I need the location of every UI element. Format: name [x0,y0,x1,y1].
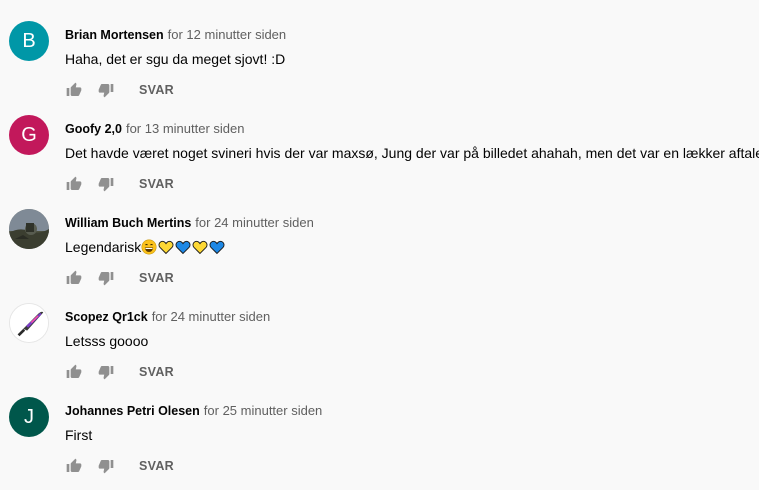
thumbs-down-icon[interactable] [98,458,114,474]
avatar[interactable] [9,209,49,249]
blue-heart-emoji [175,239,191,259]
comment: B Brian Mortensen for 12 minutter siden H… [0,0,759,98]
avatar-photo-landscape [9,209,49,249]
comment: G Goofy 2,0 for 13 minutter siden Det hav… [0,94,759,192]
comment-text: Haha, det er sgu da meget sjovt! :D [65,50,285,68]
timestamp[interactable]: for 24 minutter siden [195,215,314,230]
knife-icon [10,304,48,342]
author-name[interactable]: Scopez Qr1ck [65,310,148,324]
blue-heart-emoji [209,239,225,259]
grinning-face-emoji [141,239,157,259]
avatar[interactable]: G [9,115,49,155]
comment-header: Brian Mortensen for 12 minutter siden [65,27,286,43]
comment-header: William Buch Mertins for 24 minutter side… [65,215,314,231]
comments-section: B Brian Mortensen for 12 minutter siden H… [0,0,759,490]
author-name[interactable]: Johannes Petri Olesen [65,404,200,418]
author-name[interactable]: William Buch Mertins [65,216,191,230]
timestamp[interactable]: for 12 minutter siden [168,27,287,42]
comment-body: Det havde været noget svineri hvis der v… [65,145,759,161]
comment: Scopez Qr1ck for 24 minutter siden Letsss… [0,282,759,380]
comment: William Buch Mertins for 24 minutter side… [0,188,759,286]
comment-body: Legendarisk [65,239,142,255]
reply-button[interactable]: SVAR [139,459,174,473]
comment-text: Letsss goooo [65,332,148,350]
comment: J Johannes Petri Olesen for 25 minutter s… [0,376,759,474]
timestamp[interactable]: for 13 minutter siden [126,121,245,136]
comment-body: Letsss goooo [65,333,149,349]
timestamp[interactable]: for 24 minutter siden [152,309,271,324]
avatar-letter: G [21,123,37,146]
author-name[interactable]: Goofy 2,0 [65,122,122,136]
comment-text: Det havde været noget svineri hvis der v… [65,144,759,162]
avatar-letter: J [24,405,34,428]
avatar[interactable] [9,303,49,343]
comment-header: Scopez Qr1ck for 24 minutter siden [65,309,270,325]
avatar[interactable]: B [9,21,49,61]
comment-body: Haha, det er sgu da meget sjovt! :D [65,51,286,67]
comment-header: Johannes Petri Olesen for 25 minutter sid… [65,403,322,419]
avatar[interactable]: J [9,397,49,437]
yellow-heart-emoji [158,239,174,259]
yellow-heart-emoji [192,239,208,259]
comment-text: Legendarisk [65,238,226,259]
comment-text: First [65,426,92,444]
comment-body: First [65,427,93,443]
thumbs-up-icon[interactable] [66,458,82,474]
comment-header: Goofy 2,0 for 13 minutter siden [65,121,244,137]
timestamp[interactable]: for 25 minutter siden [204,403,323,418]
comment-toolbar: SVAR [65,456,174,476]
avatar-letter: B [22,29,36,52]
author-name[interactable]: Brian Mortensen [65,28,164,42]
